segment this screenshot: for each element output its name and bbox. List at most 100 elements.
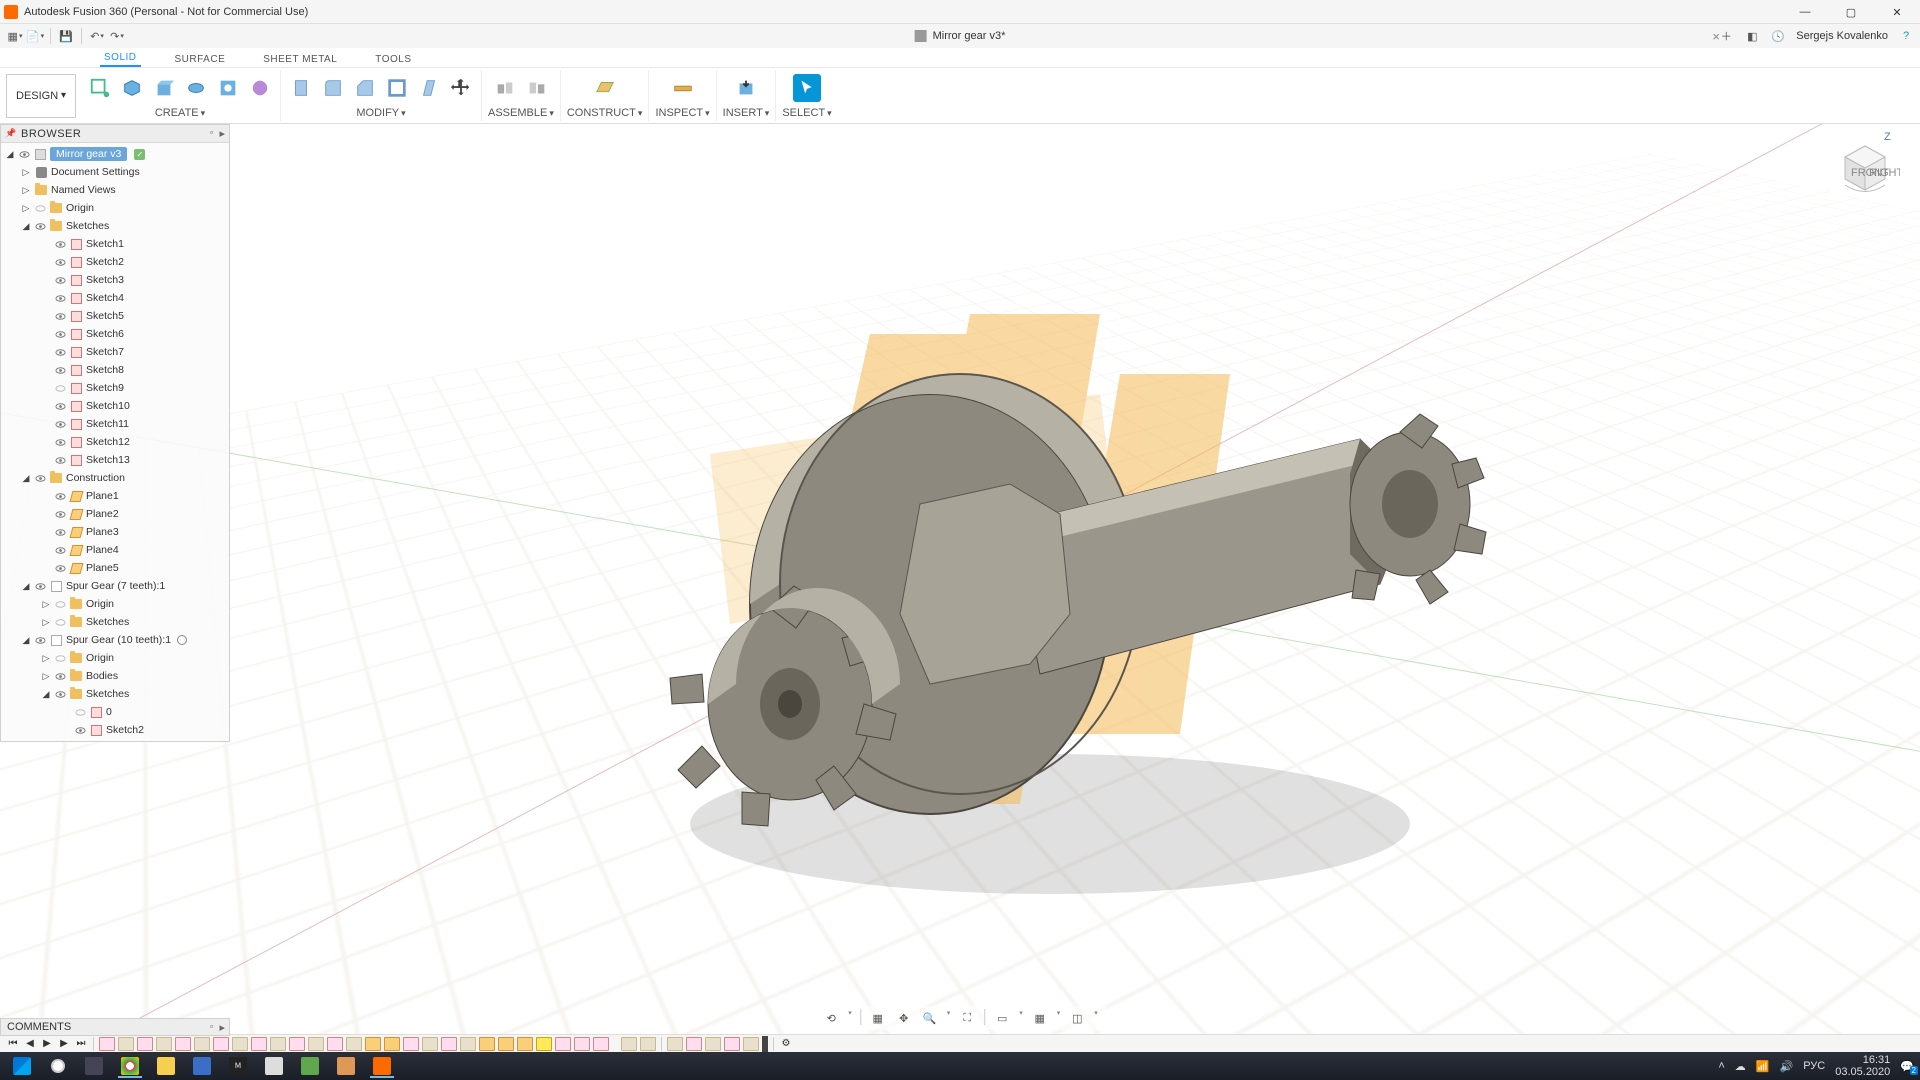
expand-icon[interactable]: ◢	[41, 689, 51, 700]
tab-solid[interactable]: SOLID	[100, 50, 141, 67]
tree-item-sketch[interactable]: Sketch1	[1, 235, 229, 253]
timeline-feature[interactable]	[99, 1037, 115, 1051]
new-sketch-button[interactable]	[86, 74, 114, 102]
tree-item[interactable]: Sketch2	[1, 721, 229, 739]
tree-item[interactable]: ▷ Origin	[1, 595, 229, 613]
expand-icon[interactable]: ▷	[21, 185, 31, 196]
construct-plane-button[interactable]	[591, 74, 619, 102]
move-button[interactable]	[447, 74, 475, 102]
shell-button[interactable]	[383, 74, 411, 102]
close-button[interactable]: ✕	[1874, 0, 1920, 24]
workspace-switcher[interactable]: DESIGN ▾	[6, 74, 76, 118]
timeline-feature[interactable]	[743, 1037, 759, 1051]
visibility-icon[interactable]	[34, 634, 46, 646]
timeline-feature[interactable]	[479, 1037, 495, 1051]
expand-icon[interactable]: ▷	[21, 203, 31, 214]
undo-button[interactable]: ↶▾	[88, 27, 106, 45]
timeline-back-button[interactable]: ◀	[23, 1037, 37, 1051]
visibility-icon[interactable]	[54, 598, 66, 610]
revolve-button[interactable]	[182, 74, 210, 102]
viewcube[interactable]: Z FRONT RIGHT	[1830, 130, 1900, 200]
timeline-forward-button[interactable]: ▶	[57, 1037, 71, 1051]
timeline-feature[interactable]	[555, 1037, 571, 1051]
timeline-feature[interactable]	[593, 1037, 609, 1051]
timeline-feature[interactable]	[327, 1037, 343, 1051]
tree-item[interactable]: 0	[1, 703, 229, 721]
expand-icon[interactable]: ◢	[21, 473, 31, 484]
tree-item[interactable]: ▷ Origin	[1, 649, 229, 667]
timeline-play-button[interactable]: ▶	[40, 1037, 54, 1051]
tray-language[interactable]: РУС	[1803, 1060, 1825, 1072]
expand-icon[interactable]: ▷	[41, 617, 51, 628]
taskbar-app[interactable]: Ｍ	[220, 1054, 256, 1078]
grid-settings-button[interactable]: ▦	[1031, 1009, 1049, 1027]
activate-radio[interactable]: ✓	[134, 149, 145, 160]
tree-root[interactable]: ◢ Mirror gear v3 ✓	[1, 145, 229, 163]
panel-collapse-icon[interactable]: ▸	[219, 127, 225, 140]
tree-item[interactable]: ◢ Sketches	[1, 685, 229, 703]
viewport-layouts-button[interactable]: ◫	[1068, 1009, 1086, 1027]
tree-item-sketch[interactable]: Sketch3	[1, 271, 229, 289]
tree-item-document-settings[interactable]: ▷ Document Settings	[1, 163, 229, 181]
box-button[interactable]	[118, 74, 146, 102]
chamfer-button[interactable]	[351, 74, 379, 102]
document-tab[interactable]: Mirror gear v3*	[915, 30, 1006, 42]
visibility-icon[interactable]	[34, 202, 46, 214]
timeline-feature[interactable]	[574, 1037, 590, 1051]
timeline-feature[interactable]	[118, 1037, 134, 1051]
expand-icon[interactable]: ▷	[41, 671, 51, 682]
tree-item-named-views[interactable]: ▷ Named Views	[1, 181, 229, 199]
tree-item-sketch[interactable]: Sketch11	[1, 415, 229, 433]
visibility-icon[interactable]	[54, 400, 66, 412]
visibility-icon[interactable]	[54, 364, 66, 376]
timeline-feature[interactable]	[308, 1037, 324, 1051]
timeline-marker[interactable]	[762, 1036, 768, 1052]
panel-settings-icon[interactable]: ◦	[210, 127, 214, 140]
timeline-feature[interactable]	[175, 1037, 191, 1051]
visibility-icon[interactable]	[74, 724, 86, 736]
visibility-icon[interactable]	[54, 382, 66, 394]
tree-item-sketch[interactable]: Sketch12	[1, 433, 229, 451]
display-settings-button[interactable]: ▭	[993, 1009, 1011, 1027]
visibility-icon[interactable]	[54, 346, 66, 358]
browser-header[interactable]: 📌 BROWSER ◦▸	[1, 125, 229, 143]
tab-tools[interactable]: TOOLS	[371, 52, 415, 67]
tree-item-sketches[interactable]: ◢ Sketches	[1, 217, 229, 235]
tree-item-spur-gear-10[interactable]: ◢ Spur Gear (10 teeth):1	[1, 631, 229, 649]
fit-button[interactable]: ⛶	[958, 1009, 976, 1027]
expand-icon[interactable]: ◢	[21, 221, 31, 232]
press-pull-button[interactable]	[287, 74, 315, 102]
tree-item-sketch[interactable]: Sketch4	[1, 289, 229, 307]
visibility-icon[interactable]	[54, 328, 66, 340]
visibility-icon[interactable]	[18, 148, 30, 160]
tree-item-construction[interactable]: ◢ Construction	[1, 469, 229, 487]
draft-button[interactable]	[415, 74, 443, 102]
timeline-feature[interactable]	[346, 1037, 362, 1051]
expand-icon[interactable]: ▷	[41, 653, 51, 664]
timeline-start-button[interactable]: ⏮	[6, 1037, 20, 1051]
timeline-feature[interactable]	[441, 1037, 457, 1051]
taskbar-app[interactable]	[184, 1054, 220, 1078]
tree-item-plane[interactable]: Plane2	[1, 505, 229, 523]
tree-item[interactable]: ▷ Sketches	[1, 613, 229, 631]
timeline-feature[interactable]	[460, 1037, 476, 1051]
tree-item-sketch[interactable]: Sketch10	[1, 397, 229, 415]
taskbar-app[interactable]	[148, 1054, 184, 1078]
timeline-feature[interactable]	[365, 1037, 381, 1051]
visibility-icon[interactable]	[54, 688, 66, 700]
expand-icon[interactable]: ▷	[41, 599, 51, 610]
tree-item-sketch[interactable]: Sketch6	[1, 325, 229, 343]
minimize-button[interactable]: —	[1782, 0, 1828, 24]
timeline-feature[interactable]	[621, 1037, 637, 1051]
taskbar-app[interactable]	[256, 1054, 292, 1078]
timeline-feature[interactable]	[251, 1037, 267, 1051]
data-panel-button[interactable]: ▦▾	[6, 27, 24, 45]
extrude-button[interactable]	[150, 74, 178, 102]
timeline-feature[interactable]	[422, 1037, 438, 1051]
expand-icon[interactable]: ▷	[21, 167, 31, 178]
expand-icon[interactable]: ◢	[21, 581, 31, 592]
user-name[interactable]: Sergejs Kovalenko	[1796, 30, 1888, 42]
tree-item-plane[interactable]: Plane4	[1, 541, 229, 559]
tab-surface[interactable]: SURFACE	[171, 52, 230, 67]
help-icon[interactable]: ?	[1898, 28, 1914, 44]
